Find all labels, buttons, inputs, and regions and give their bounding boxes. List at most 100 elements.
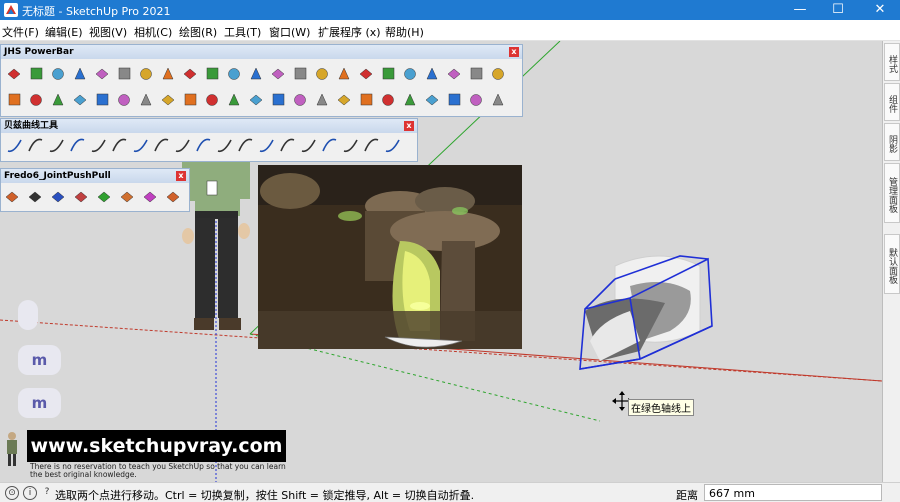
bezier-tool-icon[interactable] xyxy=(259,139,274,153)
toolbar-title[interactable]: Fredo6_JointPushPull x xyxy=(1,169,189,183)
powerbar-tool-icon[interactable] xyxy=(338,67,350,80)
close-icon[interactable]: x xyxy=(404,121,414,131)
powerbar-tool-icon[interactable] xyxy=(30,94,42,106)
tab-manage-panel[interactable]: 管理面板 xyxy=(884,163,900,223)
minimize-button[interactable]: — xyxy=(780,0,820,20)
powerbar-tool-icon[interactable] xyxy=(492,93,504,106)
pushpull-tool-icon[interactable] xyxy=(74,191,88,203)
powerbar-tool-icon[interactable] xyxy=(206,94,218,106)
bezier-tool-icon[interactable] xyxy=(196,138,211,152)
powerbar-tool-icon[interactable] xyxy=(52,93,64,106)
close-icon[interactable]: x xyxy=(176,171,186,181)
powerbar-tool-icon[interactable] xyxy=(96,93,109,106)
powerbar-tool-icon[interactable] xyxy=(250,67,262,80)
powerbar-tool-icon[interactable] xyxy=(382,94,394,106)
powerbar-tool-icon[interactable] xyxy=(492,68,504,80)
powerbar-tool-icon[interactable] xyxy=(74,67,86,80)
bezier-tool-icon[interactable] xyxy=(322,138,337,152)
pushpull-tool-icon[interactable] xyxy=(97,191,111,203)
menu-edit[interactable]: 编辑(E) xyxy=(45,24,83,40)
selected-model-object[interactable] xyxy=(579,255,713,370)
photo-image-plane[interactable] xyxy=(258,165,522,349)
powerbar-tool-icon[interactable] xyxy=(162,67,174,80)
info-icon[interactable]: i xyxy=(23,486,37,500)
pushpull-tool-icon[interactable] xyxy=(166,191,180,203)
powerbar-tool-icon[interactable] xyxy=(360,93,373,106)
menu-camera[interactable]: 相机(C) xyxy=(134,24,172,40)
menu-tools[interactable]: 工具(T) xyxy=(224,24,261,40)
bezier-tool-icon[interactable] xyxy=(70,138,85,152)
powerbar-tool-icon[interactable] xyxy=(470,67,483,80)
bezier-tool-icon[interactable] xyxy=(301,139,316,153)
pushpull-tool-icon[interactable] xyxy=(5,191,19,203)
bezier-tool-icon[interactable] xyxy=(133,139,148,153)
powerbar-tool-icon[interactable] xyxy=(8,93,21,106)
powerbar-tool-icon[interactable] xyxy=(7,68,21,80)
toolbar-title[interactable]: 贝兹曲线工具 x xyxy=(1,119,417,133)
tab-shadows[interactable]: 阴影 xyxy=(884,123,900,161)
powerbar-tool-icon[interactable] xyxy=(425,94,439,106)
bezier-tool-icon[interactable] xyxy=(364,138,379,152)
powerbar-tool-icon[interactable] xyxy=(30,67,43,80)
powerbar-tool-icon[interactable] xyxy=(161,94,175,106)
powerbar-tool-icon[interactable] xyxy=(404,68,416,80)
bezier-tool-icon[interactable] xyxy=(112,138,127,152)
bezier-tool-icon[interactable] xyxy=(91,139,106,153)
bezier-tool-icon[interactable] xyxy=(154,138,169,152)
menu-window[interactable]: 窗口(W) xyxy=(269,24,310,40)
close-button[interactable]: ✕ xyxy=(860,0,900,20)
bezier-tool-icon[interactable] xyxy=(28,138,43,152)
menu-extensions[interactable]: 扩展程序 (x) xyxy=(318,24,381,40)
menu-help[interactable]: 帮助(H) xyxy=(385,24,424,40)
help-icon[interactable]: ? xyxy=(40,486,54,500)
powerbar-tool-icon[interactable] xyxy=(95,68,109,80)
powerbar-tool-icon[interactable] xyxy=(118,94,130,106)
powerbar-tool-icon[interactable] xyxy=(140,68,152,80)
tab-styles[interactable]: 样式 xyxy=(884,43,900,81)
powerbar-tool-icon[interactable] xyxy=(228,68,240,80)
tab-default-panel[interactable]: 默认面板 xyxy=(884,234,900,294)
tab-components[interactable]: 组件 xyxy=(884,83,900,121)
maximize-button[interactable]: ☐ xyxy=(818,0,858,20)
powerbar-tool-icon[interactable] xyxy=(140,93,152,106)
powerbar-tool-icon[interactable] xyxy=(294,94,306,106)
powerbar-tool-icon[interactable] xyxy=(118,67,131,80)
close-icon[interactable]: x xyxy=(509,47,519,57)
powerbar-tool-icon[interactable] xyxy=(228,93,240,106)
measurement-input[interactable]: 667 mm xyxy=(704,484,882,501)
menu-view[interactable]: 视图(V) xyxy=(89,24,127,40)
powerbar-tool-icon[interactable] xyxy=(337,94,351,106)
powerbar-tool-icon[interactable] xyxy=(426,67,438,80)
pushpull-tool-icon[interactable] xyxy=(51,191,65,203)
powerbar-tool-icon[interactable] xyxy=(404,93,416,106)
powerbar-tool-icon[interactable] xyxy=(470,94,482,106)
powerbar-tool-icon[interactable] xyxy=(272,93,285,106)
powerbar-tool-icon[interactable] xyxy=(73,94,87,106)
toolbar-title[interactable]: JHS PowerBar x xyxy=(1,45,522,59)
bezier-tool-icon[interactable] xyxy=(49,139,64,153)
powerbar-tool-icon[interactable] xyxy=(294,67,307,80)
powerbar-tool-icon[interactable] xyxy=(183,68,197,80)
bezier-tool-icon[interactable] xyxy=(238,138,253,152)
bezier-tool-icon[interactable] xyxy=(175,139,190,153)
powerbar-tool-icon[interactable] xyxy=(206,67,219,80)
powerbar-tool-icon[interactable] xyxy=(249,94,263,106)
powerbar-tool-icon[interactable] xyxy=(184,93,197,106)
powerbar-tool-icon[interactable] xyxy=(271,68,285,80)
powerbar-tool-icon[interactable] xyxy=(52,68,64,80)
bezier-tool-icon[interactable] xyxy=(343,139,358,153)
bezier-tool-icon[interactable] xyxy=(7,139,22,153)
side-button-blank[interactable] xyxy=(18,300,38,330)
pushpull-tool-icon[interactable] xyxy=(143,191,157,203)
pushpull-tool-icon[interactable] xyxy=(28,191,42,203)
powerbar-tool-icon[interactable] xyxy=(359,68,373,80)
side-button-m2[interactable]: m xyxy=(18,388,61,418)
geo-location-icon[interactable]: ⊙ xyxy=(5,486,19,500)
bezier-tool-icon[interactable] xyxy=(385,139,400,153)
powerbar-tool-icon[interactable] xyxy=(316,93,328,106)
powerbar-tool-icon[interactable] xyxy=(448,93,461,106)
side-button-m1[interactable]: m xyxy=(18,345,61,375)
powerbar-tool-icon[interactable] xyxy=(316,68,328,80)
pushpull-tool-icon[interactable] xyxy=(120,191,134,203)
bezier-tool-icon[interactable] xyxy=(217,139,232,153)
